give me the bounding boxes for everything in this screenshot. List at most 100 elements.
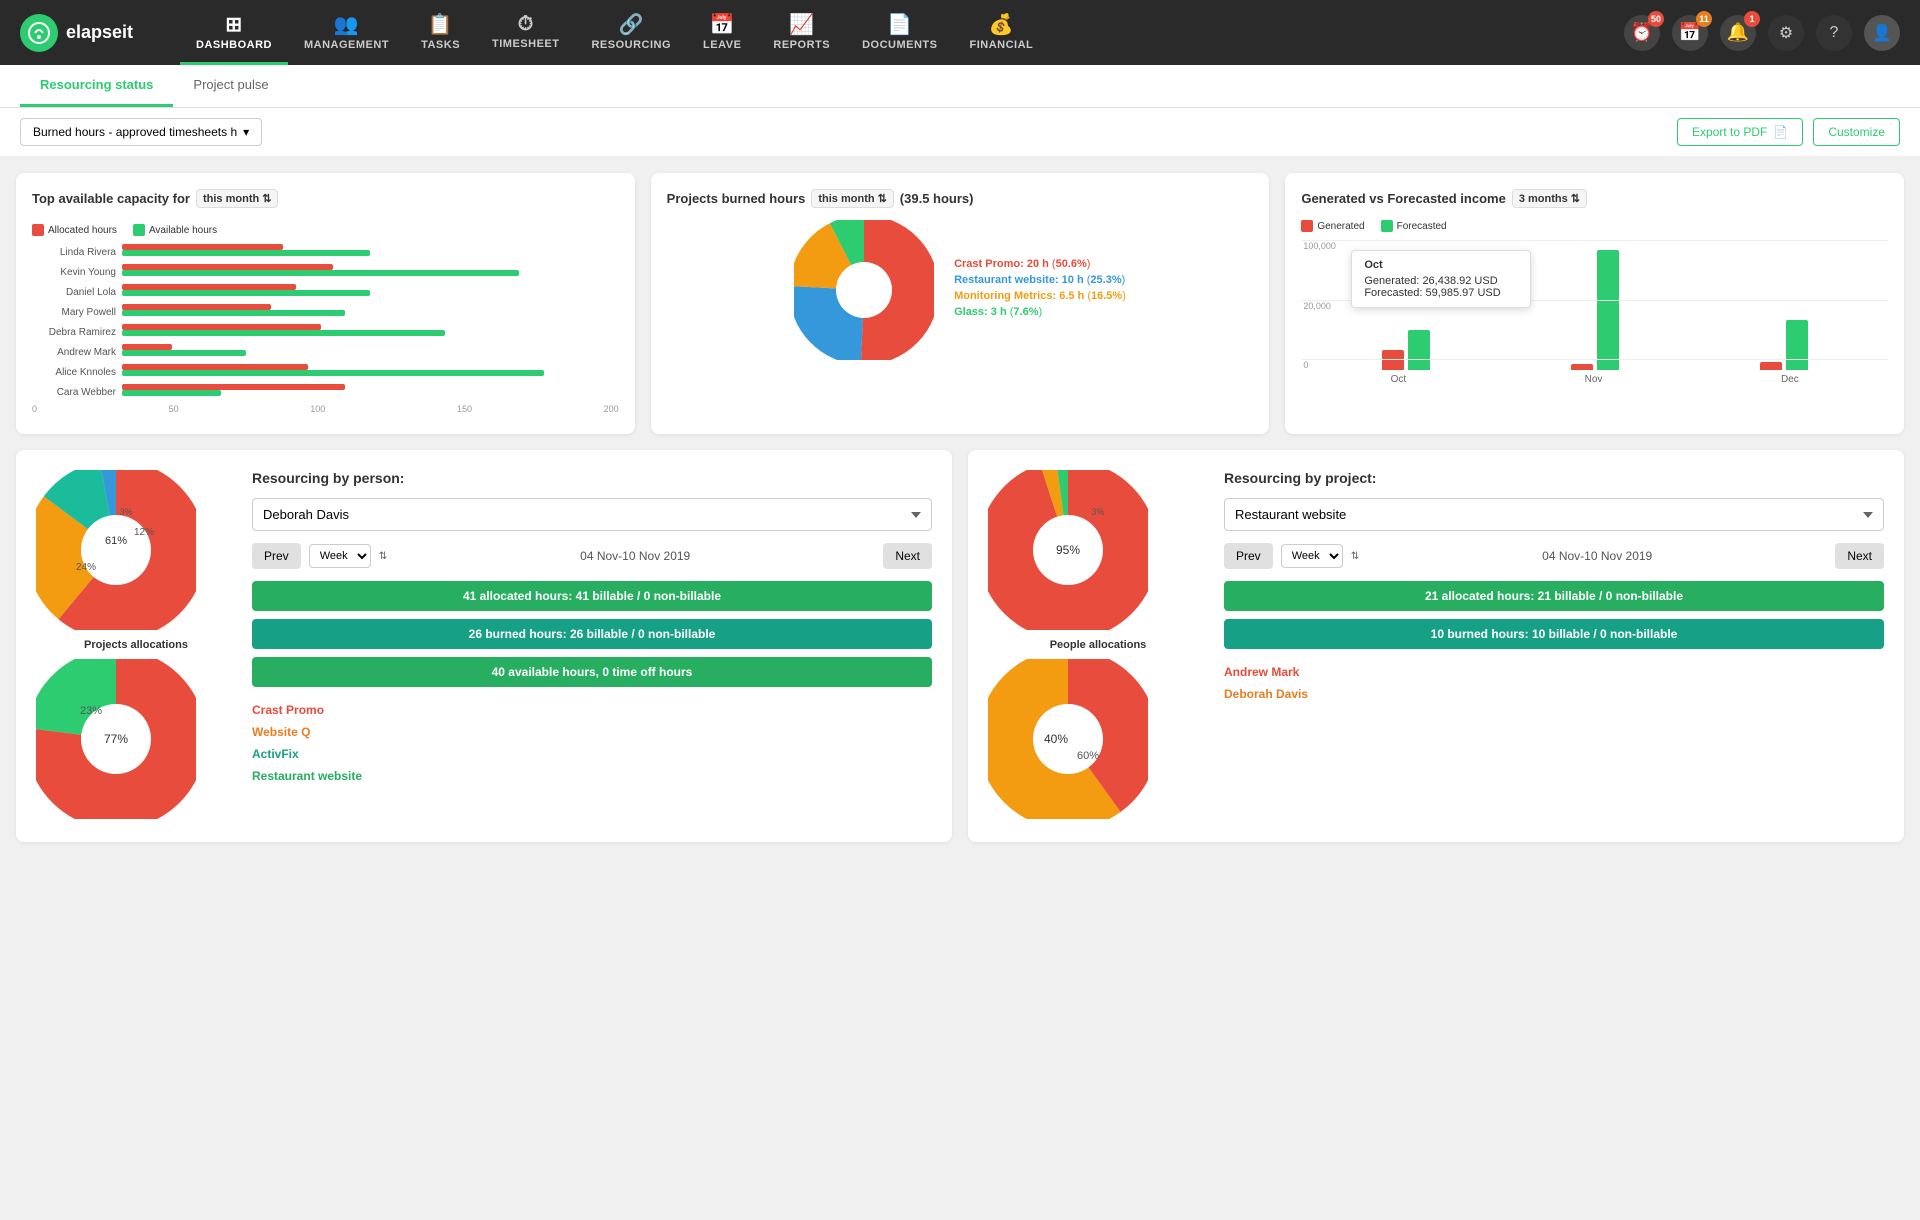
- nav-financial[interactable]: 💰 FINANCIAL: [953, 0, 1049, 65]
- income-group-dec: [1689, 320, 1878, 370]
- nav-resourcing[interactable]: 🔗 RESOURCING: [575, 0, 687, 65]
- available-bar: [122, 310, 345, 316]
- bottom-left-grid: 61% 24% 12% 3% Projects allocations 77% …: [36, 470, 932, 822]
- available-bar: [122, 390, 221, 396]
- bar-bars: [122, 284, 619, 300]
- person-week-select[interactable]: Week: [309, 544, 371, 568]
- income-group-oct: [1311, 330, 1500, 370]
- main-content: Top available capacity for this month ⇅ …: [0, 157, 1920, 858]
- svg-text:61%: 61%: [105, 535, 127, 547]
- person-next-button[interactable]: Next: [883, 543, 932, 569]
- capacity-bar-chart: Allocated hours Available hours Linda Ri…: [32, 220, 619, 418]
- income-tooltip: Oct Generated: 26,438.92 USD Forecasted:…: [1351, 250, 1531, 308]
- burned-period-selector[interactable]: this month ⇅: [811, 189, 893, 208]
- bar-bars: [122, 264, 619, 280]
- sort-icon2: ⇅: [878, 192, 887, 205]
- dashboard-icon: ⊞: [225, 12, 242, 37]
- svg-text:77%: 77%: [104, 732, 128, 746]
- project-people-list: Andrew Mark Deborah Davis: [1224, 661, 1884, 705]
- person-date-range: 04 Nov-10 Nov 2019: [395, 549, 875, 563]
- available-bar: [122, 370, 544, 376]
- nav-timesheet[interactable]: ⏱ TIMESHEET: [476, 0, 575, 65]
- profile-btn[interactable]: 👤: [1864, 15, 1900, 51]
- pie1-project-label: People allocations: [988, 639, 1208, 651]
- svg-text:95%: 95%: [1056, 543, 1080, 557]
- bar-row: Alice Knnoles: [32, 364, 619, 380]
- person-week-nav: Prev Week ⇅ 04 Nov-10 Nov 2019 Next: [252, 543, 932, 569]
- bar-row: Andrew Mark: [32, 344, 619, 360]
- person-dropdown[interactable]: Deborah Davis: [252, 498, 932, 531]
- nav-management[interactable]: 👥 MANAGEMENT: [288, 0, 405, 65]
- income-period-selector[interactable]: 3 months ⇅: [1512, 189, 1587, 208]
- leave-icon: 📅: [710, 12, 735, 37]
- tooltip-generated: Generated: 26,438.92 USD: [1364, 275, 1518, 287]
- nav-dashboard[interactable]: ⊞ DASHBOARD: [180, 0, 288, 65]
- legend-crast: Crast Promo: 20 h (50.6%): [954, 258, 1126, 270]
- logo[interactable]: elapseit: [20, 14, 150, 52]
- export-pdf-button[interactable]: Export to PDF 📄: [1677, 118, 1803, 146]
- bar-bars: [122, 244, 619, 260]
- burned-total: (39.5 hours): [900, 191, 974, 206]
- notifications-btn[interactable]: ⏰ 50: [1624, 15, 1660, 51]
- project-next-button[interactable]: Next: [1835, 543, 1884, 569]
- tab-project-pulse[interactable]: Project pulse: [173, 65, 288, 107]
- legend-restaurant: Restaurant website: 10 h (25.3%): [954, 274, 1126, 286]
- filter-dropdown[interactable]: Burned hours - approved timesheets h ▾: [20, 118, 262, 146]
- navbar: elapseit ⊞ DASHBOARD 👥 MANAGEMENT 📋 TASK…: [0, 0, 1920, 65]
- bar-bars: [122, 344, 619, 360]
- project-controls: Resourcing by project: Restaurant websit…: [1224, 470, 1884, 822]
- income-x-labels: Oct Nov Dec: [1301, 374, 1888, 385]
- legend-available: Available hours: [133, 224, 217, 236]
- calendar-btn[interactable]: 📅 11: [1672, 15, 1708, 51]
- nav-documents[interactable]: 📄 DOCUMENTS: [846, 0, 953, 65]
- capacity-period-selector[interactable]: this month ⇅: [196, 189, 278, 208]
- svg-text:40%: 40%: [1044, 732, 1068, 746]
- project-stat-burned: 10 burned hours: 10 billable / 0 non-bil…: [1224, 619, 1884, 649]
- customize-button[interactable]: Customize: [1813, 118, 1900, 146]
- nav-items: ⊞ DASHBOARD 👥 MANAGEMENT 📋 TASKS ⏱ TIMES…: [180, 0, 1624, 65]
- available-bar: [122, 330, 445, 336]
- project-week-select[interactable]: Week: [1281, 544, 1343, 568]
- clock-badge: 50: [1648, 11, 1664, 27]
- nav-reports[interactable]: 📈 REPORTS: [757, 0, 846, 65]
- project-week-sort: ⇅: [1351, 551, 1359, 562]
- project-dropdown[interactable]: Restaurant website: [1224, 498, 1884, 531]
- bar-person-label: Linda Rivera: [32, 247, 122, 258]
- bar-person-label: Debra Ramirez: [32, 327, 122, 338]
- person-pie1: 61% 24% 12% 3%: [36, 470, 196, 630]
- logo-icon: [20, 14, 58, 52]
- tooltip-forecasted: Forecasted: 59,985.97 USD: [1364, 287, 1518, 299]
- nov-generated-bar: [1571, 364, 1593, 370]
- tab-resourcing-status[interactable]: Resourcing status: [20, 65, 173, 107]
- project-pie2: 40% 60%: [988, 659, 1148, 819]
- project-pies: 95% 3% People allocations 40% 60%: [988, 470, 1208, 822]
- bar-bars: [122, 324, 619, 340]
- project-prev-button[interactable]: Prev: [1224, 543, 1273, 569]
- nav-right: ⏰ 50 📅 11 🔔 1 ⚙ ? 👤: [1624, 15, 1900, 51]
- reports-icon: 📈: [789, 12, 814, 37]
- tasks-icon: 📋: [428, 12, 453, 37]
- sort-icon: ⇅: [262, 192, 271, 205]
- alerts-badge: 1: [1744, 11, 1760, 27]
- project-date-range: 04 Nov-10 Nov 2019: [1367, 549, 1827, 563]
- person-prev-button[interactable]: Prev: [252, 543, 301, 569]
- toolbar-actions: Export to PDF 📄 Customize: [1677, 118, 1900, 146]
- bar-row: Mary Powell: [32, 304, 619, 320]
- bar-row: Debra Ramirez: [32, 324, 619, 340]
- settings-btn[interactable]: ⚙: [1768, 15, 1804, 51]
- top-capacity-card: Top available capacity for this month ⇅ …: [16, 173, 635, 434]
- nav-leave[interactable]: 📅 LEAVE: [687, 0, 757, 65]
- clock-icon: ⏰: [1631, 22, 1653, 43]
- calendar-badge: 11: [1696, 11, 1712, 27]
- dec-generated-bar: [1760, 362, 1782, 370]
- bar-axis: 050100150200: [32, 404, 619, 414]
- help-btn[interactable]: ?: [1816, 15, 1852, 51]
- income-card: Generated vs Forecasted income 3 months …: [1285, 173, 1904, 434]
- available-bar: [122, 290, 370, 296]
- bar-row: Kevin Young: [32, 264, 619, 280]
- alerts-btn[interactable]: 🔔 1: [1720, 15, 1756, 51]
- nav-tasks[interactable]: 📋 TASKS: [405, 0, 476, 65]
- person-week-sort: ⇅: [379, 551, 387, 562]
- project-section-title: Resourcing by project:: [1224, 470, 1884, 486]
- svg-text:12%: 12%: [134, 527, 154, 538]
